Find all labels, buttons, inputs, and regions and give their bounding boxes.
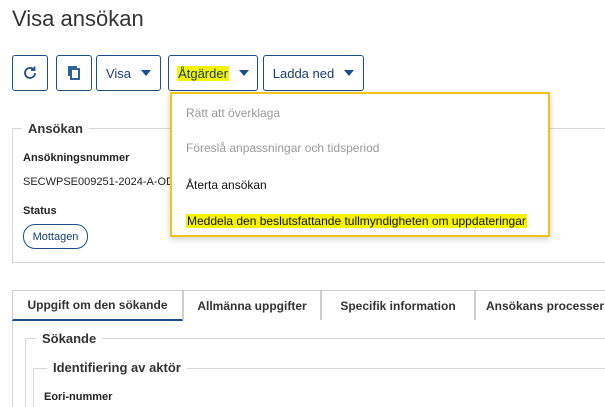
menu-item-meddela-tullmyndigheten[interactable]: Meddela den beslutsfattande tullmyndighe…: [186, 214, 527, 228]
visa-button[interactable]: Visa: [96, 55, 161, 91]
visa-label: Visa: [105, 65, 132, 81]
sokande-legend: Sökande: [36, 331, 103, 346]
refresh-button[interactable]: [12, 55, 48, 91]
menu-item-aterta-ansokan[interactable]: Återta ansökan: [186, 178, 267, 192]
menu-item-ratt-att-overklaga[interactable]: Rätt att överklaga: [186, 106, 280, 120]
refresh-icon: [24, 66, 36, 79]
ladda-ned-label: Ladda ned: [272, 65, 335, 81]
copy-icon: [68, 66, 80, 80]
tab-specifik-information[interactable]: Specifik information: [321, 290, 475, 320]
status-label: Status: [23, 205, 57, 217]
chevron-down-icon: [238, 70, 249, 76]
page-title: Visa ansökan: [12, 6, 144, 31]
application-number-label: Ansökningsnummer: [23, 152, 130, 164]
tab-ansokans-processer[interactable]: Ansökans processer: [475, 290, 605, 320]
status-badge: Mottagen: [23, 224, 88, 249]
eori-label: Eori-nummer: [44, 391, 113, 403]
identifiering-legend: Identifiering av aktör: [47, 360, 187, 375]
menu-item-meddela-label: Meddela den beslutsfattande tullmyndighe…: [186, 214, 527, 228]
menu-item-foresla-anpassningar[interactable]: Föreslå anpassningar och tidsperiod: [186, 141, 379, 155]
application-number-value: SECWPSE009251-2024-A-OD: [23, 176, 175, 188]
tab-uppgift-om-den-sokande[interactable]: Uppgift om den sökande: [12, 290, 183, 321]
atgarder-button[interactable]: Åtgärder: [168, 55, 258, 91]
chevron-down-icon: [141, 70, 152, 76]
ladda-ned-button[interactable]: Ladda ned: [263, 55, 364, 91]
tab-allmanna-uppgifter[interactable]: Allmänna uppgifter: [183, 290, 321, 320]
atgarder-label: Åtgärder: [177, 65, 229, 81]
ansokan-legend: Ansökan: [22, 121, 89, 136]
tab-bar: Uppgift om den sökande Allmänna uppgifte…: [12, 290, 605, 321]
copy-button[interactable]: [56, 55, 92, 91]
atgarder-dropdown-menu: Rätt att överklaga Föreslå anpassningar …: [170, 92, 550, 237]
chevron-down-icon: [344, 70, 355, 76]
